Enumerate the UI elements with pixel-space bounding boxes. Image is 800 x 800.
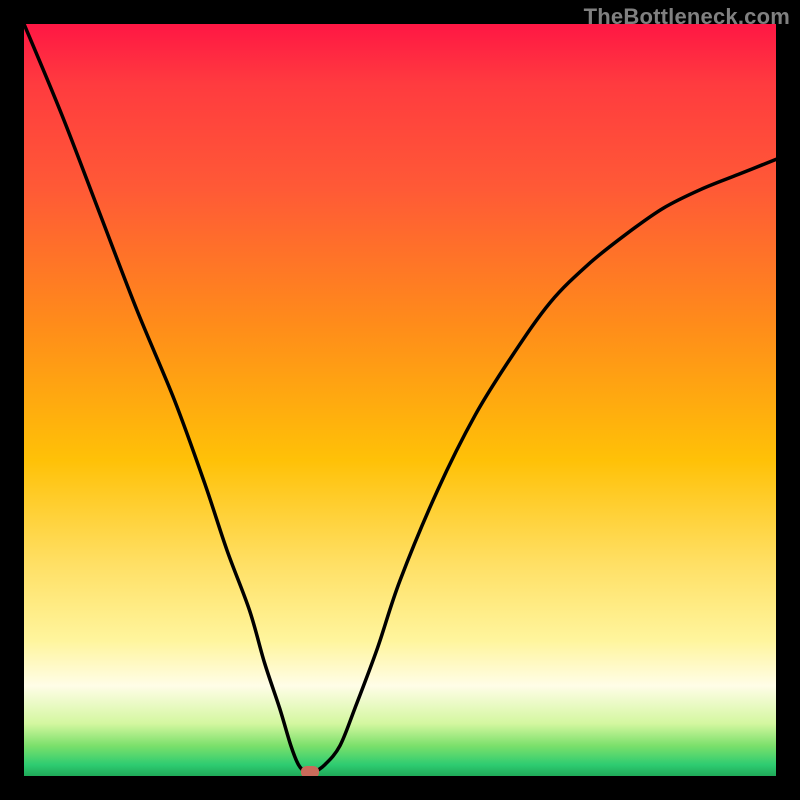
watermark-text: TheBottleneck.com [584,4,790,30]
bottleneck-curve [24,24,776,776]
plot-area [24,24,776,776]
chart-frame: TheBottleneck.com [0,0,800,800]
current-point-marker [301,766,319,776]
